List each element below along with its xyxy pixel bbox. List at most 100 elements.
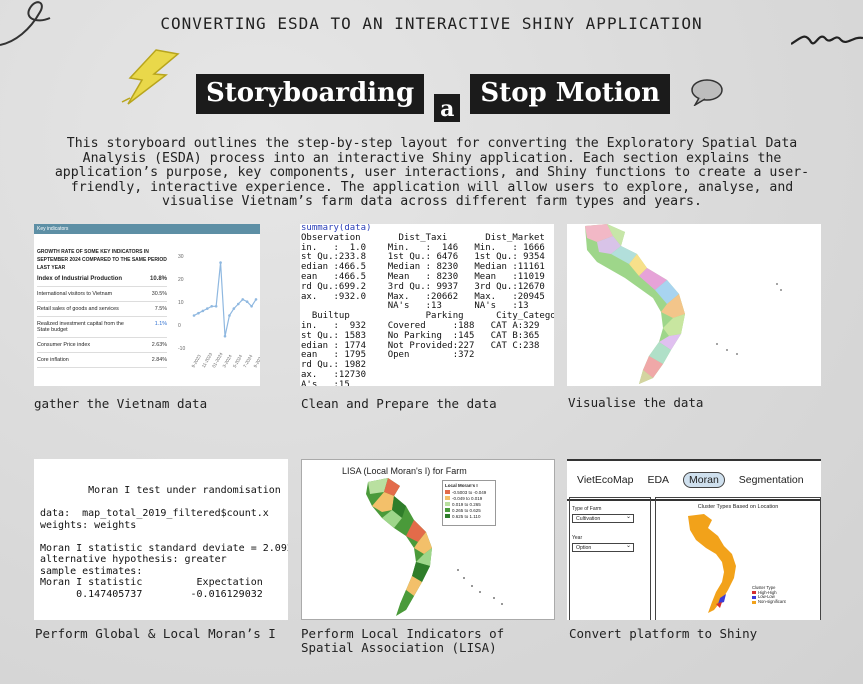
chart-point bbox=[219, 261, 222, 264]
farm-type-label: Type of Farm bbox=[572, 506, 602, 512]
summary-code-line: ax. :12730 Ma bbox=[301, 369, 367, 380]
chart-point bbox=[232, 307, 236, 310]
chart-point bbox=[228, 314, 231, 317]
lisa-legend-item: -0.5003 to -0.049 bbox=[445, 489, 493, 495]
lisa-map-title: LISA (Local Moran's I) for Farm bbox=[342, 466, 467, 476]
indicators-line-chart: 3020100-10 9-202311-202301-20243-20245-2… bbox=[178, 254, 260, 369]
lisa-legend-title: Local Moran's I bbox=[445, 483, 478, 488]
chart-point bbox=[205, 307, 209, 310]
summary-code-line: st Qu.: 1583 No Parking :145 CAT B:365 1… bbox=[301, 330, 540, 341]
indicators-table: Growth rate of some key indicators in Se… bbox=[37, 248, 167, 368]
intro-paragraph: This storyboard outlines the step-by-ste… bbox=[54, 136, 810, 209]
summary-code-line: edian :466.5 Median : 8230 Median :11161… bbox=[301, 262, 545, 273]
indicators-header: Key indicators bbox=[34, 224, 260, 234]
indicator-value: 7.5% bbox=[154, 306, 167, 312]
caption-lisa-text: Perform Local Indicators of Spatial Asso… bbox=[301, 626, 505, 655]
indicator-row: Core inflation 2.84% bbox=[37, 353, 167, 368]
indicator-label: Index of Industrial Production bbox=[37, 276, 123, 282]
legend-label: 0.265 to 0.625 bbox=[452, 507, 481, 513]
cluster-map bbox=[688, 514, 736, 613]
chart-point bbox=[192, 314, 196, 317]
indicator-label: Core inflation bbox=[37, 357, 69, 363]
tab-eda[interactable]: EDA bbox=[647, 474, 669, 486]
summary-code-line: Builtup Parking City_Category bbox=[311, 311, 554, 322]
summary-code-line: in. : 1.0 Min. : 146 Min. : 1666 Min bbox=[301, 242, 545, 253]
caption-lisa: Perform Local Indicators of Spatial Asso… bbox=[301, 627, 504, 654]
summary-code-line: rd Qu.:699.2 3rd Qu.: 9937 3rd Qu.:12670… bbox=[301, 281, 545, 292]
tab-segmentation[interactable]: Segmentation bbox=[739, 474, 804, 486]
indicator-value: 10.8% bbox=[149, 276, 167, 282]
chart-point bbox=[250, 305, 253, 308]
legend-swatch bbox=[445, 502, 450, 506]
lisa-map bbox=[366, 478, 432, 616]
indicator-label: Realized investment capital from the Sta… bbox=[37, 321, 124, 333]
tab-moran[interactable]: Moran bbox=[683, 472, 725, 488]
tab-vietecomap[interactable]: VietEcoMap bbox=[577, 474, 633, 486]
shiny-navbar: VietEcoMap EDA Moran Segmentation bbox=[567, 459, 821, 501]
moran-test-output: Moran I test under randomisation data: m… bbox=[40, 485, 288, 600]
indicator-value: 2.84% bbox=[151, 357, 167, 363]
shiny-sidebar: Type of Farm Cultivation Year Option bbox=[569, 497, 651, 620]
summary-code-line: summary(data) bbox=[301, 224, 372, 233]
indicator-label: Consumer Price index bbox=[37, 342, 91, 348]
legend-swatch bbox=[445, 508, 450, 512]
year-select[interactable]: Option bbox=[572, 542, 634, 552]
farm-type-select[interactable]: Cultivation bbox=[572, 513, 634, 523]
caption-moran: Perform Global & Local Moran’s I bbox=[35, 626, 276, 641]
indicator-label: Retail sales of goods and services bbox=[37, 306, 119, 312]
indicator-row: Consumer Price index 2.63% bbox=[37, 338, 167, 353]
legend-swatch bbox=[752, 600, 756, 604]
chart-point bbox=[245, 300, 249, 303]
storyboard-banner: Storyboarding a Stop Motion bbox=[196, 74, 671, 122]
cluster-legend: Cluster Type High-High Low-Low Non-signifi… bbox=[752, 585, 786, 605]
chart-point bbox=[223, 334, 227, 338]
indicator-row: International visitors to Vietnam 30.5% bbox=[37, 287, 167, 302]
cluster-legend-item: Non-significant bbox=[752, 598, 786, 605]
chart-point bbox=[241, 298, 245, 301]
indicator-value: 1.1% bbox=[154, 321, 167, 327]
summary-code-line: edian : 1774 Not Provided:227 CAT C:238 … bbox=[301, 340, 540, 351]
legend-label: -0.049 to 0.019 bbox=[452, 495, 483, 501]
caption-visualise: Visualise the data bbox=[568, 395, 704, 410]
chart-point bbox=[210, 305, 214, 308]
indicator-value: 2.63% bbox=[151, 342, 167, 348]
legend-swatch bbox=[752, 591, 756, 595]
chart-point bbox=[254, 298, 258, 301]
vietnam-choropleth-map bbox=[585, 224, 782, 384]
chart-point bbox=[197, 311, 200, 315]
chart-point bbox=[236, 302, 240, 306]
shiny-main-panel: Cluster Types Based on Location Cluster … bbox=[655, 497, 821, 620]
banner-word-stop-motion: Stop Motion bbox=[470, 74, 671, 114]
lightning-bolt-icon bbox=[121, 49, 180, 105]
summary-code-line: NA's :13 NA's :13 NA' bbox=[387, 301, 529, 312]
y-tick-label: 20 bbox=[178, 277, 184, 283]
card-visualise bbox=[567, 224, 821, 386]
chart-point bbox=[214, 305, 218, 308]
summary-code-line: ean : 1795 Open :372 Me bbox=[301, 350, 475, 361]
page-header-title: CONVERTING ESDA TO AN INTERACTIVE SHINY … bbox=[160, 14, 703, 33]
summary-code-line: A's :15 bbox=[301, 379, 350, 386]
speech-bubble-icon bbox=[691, 79, 723, 106]
y-tick-label: 30 bbox=[178, 254, 184, 260]
caption-gather-data: gather the Vietnam data bbox=[34, 396, 208, 411]
legend-swatch bbox=[445, 496, 450, 500]
card-lisa: LISA (Local Moran's I) for Farm Local Mo… bbox=[301, 459, 555, 620]
summary-code-line: ean :466.5 Mean : 8230 Mean :11019 Mea bbox=[301, 271, 545, 282]
lisa-islands bbox=[457, 569, 503, 605]
summary-code-line: st Qu.:233.8 1st Qu.: 6476 1st Qu.: 9354… bbox=[301, 252, 545, 263]
y-tick-label: 0 bbox=[178, 323, 181, 329]
summary-code-line: rd Qu.: 1982 3r bbox=[301, 360, 367, 371]
legend-label: Non-significant bbox=[758, 598, 786, 604]
legend-label: 0.019 to 0.265 bbox=[452, 501, 481, 507]
banner-word-a: a bbox=[434, 94, 461, 122]
indicator-row: Index of Industrial Production 10.8% bbox=[37, 272, 167, 287]
legend-label: 0.625 to 1.110 bbox=[452, 513, 481, 519]
y-tick-label: -10 bbox=[178, 346, 185, 352]
lisa-legend-item: 0.625 to 1.110 bbox=[445, 513, 493, 519]
chart-point bbox=[201, 309, 205, 313]
y-tick-label: 10 bbox=[178, 300, 184, 306]
lisa-legend: Local Moran's I -0.5003 to -0.049 -0.049 … bbox=[442, 480, 496, 526]
indicator-row: Realized investment capital from the Sta… bbox=[37, 317, 167, 338]
summary-code-line: in. : 932 Covered :188 CAT A:329 Mi bbox=[301, 320, 540, 331]
legend-swatch bbox=[752, 595, 756, 599]
